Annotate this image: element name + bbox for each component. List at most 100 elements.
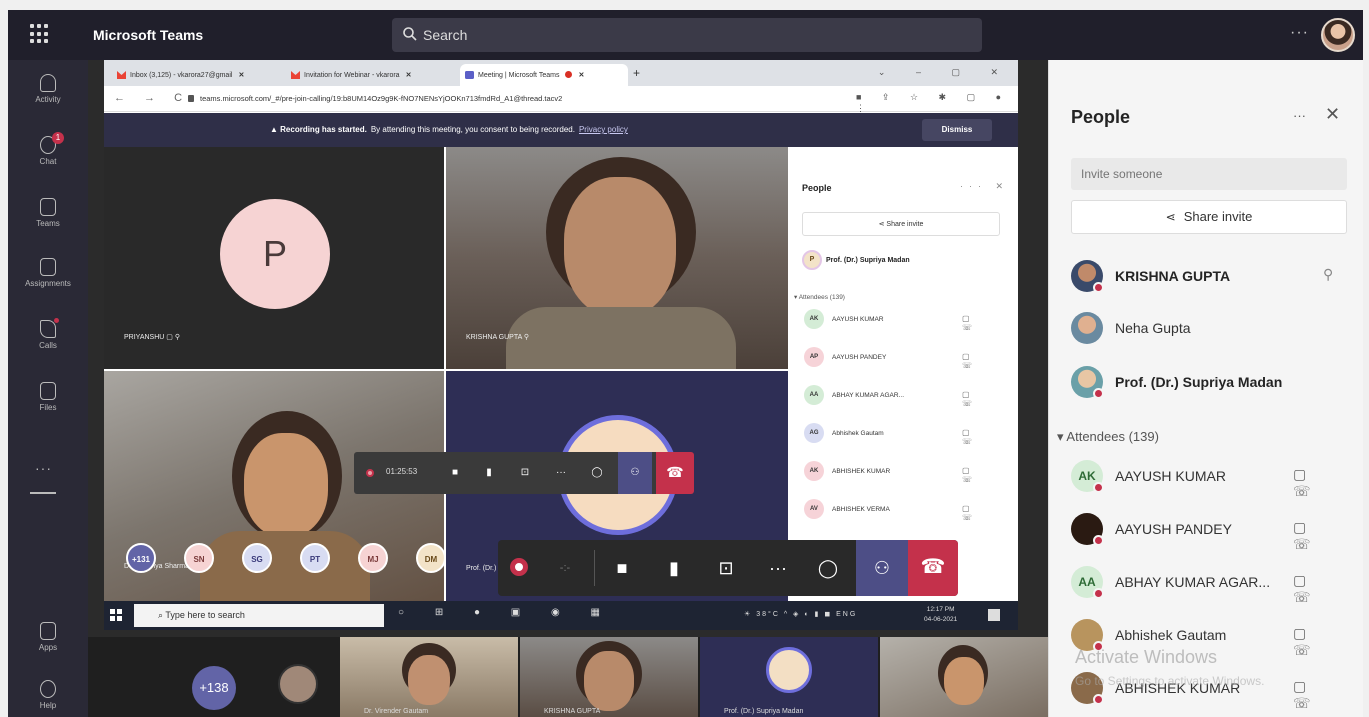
url-field[interactable]: teams.microsoft.com/_#/pre-join-calling/… — [188, 94, 562, 103]
top-bar: Microsoft Teams Search ··· — [8, 10, 1363, 60]
browser-toolbar-icons[interactable]: ■ ⇪ ☆ ✱ ▢ ● ⋮ — [856, 92, 1018, 114]
call-icons[interactable]: ▢ ☏ — [962, 352, 1002, 370]
camera-icon[interactable]: ■ — [602, 540, 642, 596]
hang-up-icon[interactable]: ☎ — [656, 452, 694, 494]
close-tab-icon[interactable]: ✕ — [406, 72, 412, 79]
call-icons[interactable]: ▢ ☏ — [962, 390, 1002, 408]
rail-apps[interactable]: Apps — [8, 622, 88, 652]
participant-chip[interactable]: PT — [300, 543, 330, 573]
more-apps-icon[interactable]: ··· — [35, 460, 52, 476]
browser-tab[interactable]: Inbox (3,125) - vkarora27@gmail ✕ — [112, 64, 282, 86]
call-action-icons[interactable]: ▢ ☏ — [1293, 572, 1356, 606]
video-tile[interactable]: P PRIYANSHU ▢ ⚲ — [104, 147, 444, 369]
browser-tab[interactable]: Invitation for Webinar - vkarora ✕ — [286, 64, 456, 86]
attendee-row[interactable]: AAYUSH PANDEY ▢ ☏ — [1071, 509, 1356, 552]
attendee-row[interactable]: AA ABHAY KUMAR AGAR... ▢ ☏ — [1071, 562, 1356, 605]
privacy-policy-link[interactable]: Privacy policy — [579, 125, 628, 134]
presenter-row[interactable]: KRISHNA GUPTA ⚲ — [1071, 256, 1356, 296]
more-options-icon[interactable]: ··· — [1290, 24, 1309, 42]
more-icon[interactable]: ··· — [546, 452, 576, 494]
dismiss-button[interactable]: Dismiss — [922, 119, 992, 141]
participant-avatar[interactable] — [278, 664, 318, 704]
video-tile[interactable]: KRISHNA GUPTA ⚲ — [446, 147, 788, 369]
camera-icon[interactable]: ■ — [440, 452, 470, 494]
profile-avatar[interactable] — [1321, 18, 1355, 52]
browser-tab-active[interactable]: Meeting | Microsoft Teams ✕ — [460, 64, 628, 86]
gallery-tile[interactable] — [880, 637, 1048, 717]
rail-help[interactable]: Help — [8, 680, 88, 710]
window-controls[interactable]: ⌄ – ▢ ✕ — [878, 67, 1012, 78]
teams-window: Microsoft Teams Search ··· Activity 1 Cha… — [8, 10, 1363, 717]
browser-nav-icons[interactable]: ← → C — [114, 92, 190, 104]
record-icon[interactable] — [510, 558, 528, 576]
participants-icon[interactable]: ⚇ — [856, 540, 908, 596]
chat-icon[interactable]: ◯ — [582, 452, 612, 494]
participant-chip[interactable]: SG — [242, 543, 272, 573]
participant-chip[interactable]: MJ — [358, 543, 388, 573]
inner-share-invite-button[interactable]: ⋖ Share invite — [802, 212, 1000, 236]
gallery-tile[interactable]: Dr. Virender Gautam — [340, 637, 518, 717]
attendees-header[interactable]: ▾ Attendees (139) — [1057, 429, 1159, 445]
weather-icon: ☀ — [744, 611, 757, 618]
call-icons[interactable]: ▢ ☏ — [962, 428, 1002, 446]
app-bar: Activity 1 Chat Teams Assignments Calls F… — [8, 60, 88, 717]
hang-up-icon[interactable]: ☎ — [908, 540, 958, 596]
new-tab-icon[interactable]: + — [633, 66, 640, 80]
attendee-name: AAYUSH KUMAR — [1115, 468, 1226, 484]
participant-chip[interactable]: DM — [416, 543, 446, 573]
inner-attendee-row[interactable]: AA ABHAY KUMAR AGAR... ▢ ☏ — [802, 385, 1002, 408]
call-icons[interactable]: ▢ ☏ — [962, 314, 1002, 332]
share-invite-button[interactable]: ⋖ Share invite — [1071, 200, 1347, 234]
search-box[interactable]: Search — [392, 18, 982, 52]
gallery-tile[interactable]: KRISHNA GUPTA — [520, 637, 698, 717]
rail-teams[interactable]: Teams — [8, 198, 88, 228]
call-action-icons[interactable]: ▢ ☏ — [1293, 466, 1356, 500]
rail-activity[interactable]: Activity — [8, 74, 88, 104]
mic-icon[interactable]: ▮ — [474, 452, 504, 494]
attendee-row[interactable]: AK AAYUSH KUMAR ▢ ☏ — [1071, 456, 1356, 499]
inner-attendees-header[interactable]: ▾ Attendees (139) — [794, 293, 845, 301]
share-screen-icon[interactable]: ⊡ — [706, 540, 746, 596]
rail-files[interactable]: Files — [8, 382, 88, 412]
inner-panel-controls[interactable]: ··· ✕ — [960, 181, 1009, 192]
avatar: P — [802, 250, 822, 270]
participant-chip[interactable]: SN — [184, 543, 214, 573]
mic-icon[interactable]: ▮ — [654, 540, 694, 596]
call-action-icons[interactable]: ▢ ☏ — [1293, 625, 1356, 659]
close-icon[interactable]: ✕ — [1325, 104, 1340, 125]
call-icons[interactable]: ▢ ☏ — [962, 466, 1002, 484]
more-actions-icon[interactable]: ··· — [758, 540, 798, 596]
call-action-icons[interactable]: ▢ ☏ — [1293, 678, 1356, 712]
inner-attendee-row[interactable]: AV ABHISHEK VERMA ▢ ☏ — [802, 499, 1002, 522]
windows-start-icon[interactable] — [110, 609, 122, 621]
share-screen-icon[interactable]: ⊡ — [510, 452, 540, 494]
gallery-tile[interactable]: Prof. (Dr.) Supriya Madan — [700, 637, 878, 717]
chat-icon[interactable]: ◯ — [808, 540, 848, 596]
close-tab-icon[interactable]: ✕ — [578, 72, 584, 79]
rail-calls[interactable]: Calls — [8, 318, 88, 350]
status-dot — [1093, 694, 1104, 705]
inner-attendee-row[interactable]: AP AAYUSH PANDEY ▢ ☏ — [802, 347, 1002, 370]
inner-attendee-row[interactable]: AG Abhishek Gautam ▢ ☏ — [802, 423, 1002, 446]
taskbar-search[interactable]: ⌕ Type here to search — [134, 604, 384, 627]
close-tab-icon[interactable]: ✕ — [238, 72, 244, 79]
call-action-icons[interactable]: ▢ ☏ — [1293, 519, 1356, 553]
inner-attendee-row[interactable]: AK ABHISHEK KUMAR ▢ ☏ — [802, 461, 1002, 484]
notification-icon[interactable] — [988, 609, 1000, 621]
participant-chip[interactable]: +131 — [126, 543, 156, 573]
overflow-count[interactable]: +138 — [192, 666, 236, 710]
rail-chat[interactable]: 1 Chat — [8, 132, 88, 166]
video-tile[interactable]: Dr. Sandhya Sharma — [104, 371, 444, 630]
app-launcher-icon[interactable] — [30, 24, 50, 44]
invite-someone-input[interactable] — [1071, 158, 1347, 190]
participants-icon[interactable]: ⚇ — [618, 452, 652, 494]
attendee-name: AAYUSH PANDEY — [832, 354, 887, 361]
rail-assignments[interactable]: Assignments — [8, 258, 88, 288]
taskbar-app-icons[interactable]: ○ ⊞ ● ▣ ◉ ▦ — [398, 607, 614, 618]
organizer-row[interactable]: P Prof. (Dr.) Supriya Madan — [802, 250, 910, 270]
call-icons[interactable]: ▢ ☏ — [962, 504, 1002, 522]
inner-attendee-row[interactable]: AK AAYUSH KUMAR ▢ ☏ — [802, 309, 1002, 332]
presenter-row[interactable]: Neha Gupta — [1071, 308, 1356, 348]
presenter-row[interactable]: Prof. (Dr.) Supriya Madan — [1071, 362, 1356, 402]
more-options-icon[interactable]: ··· — [1293, 108, 1306, 123]
